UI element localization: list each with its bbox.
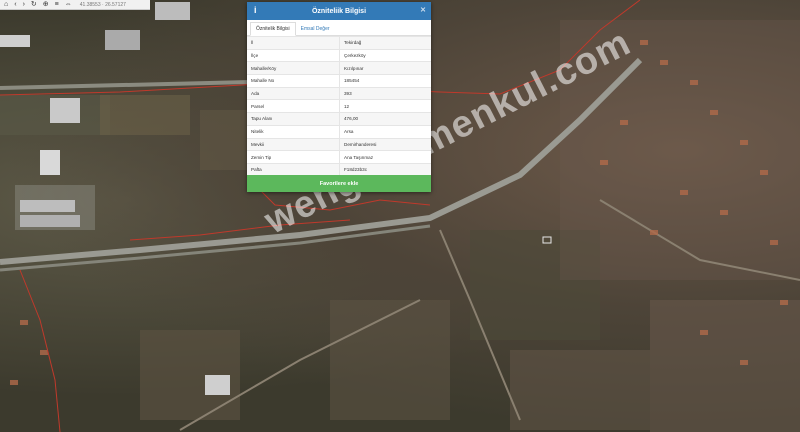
attribute-value: F18d23b3c bbox=[339, 162, 431, 176]
attribute-key: Nitelik bbox=[247, 124, 340, 138]
add-to-favorites-button[interactable]: Favorilere ekle bbox=[247, 175, 431, 192]
attribute-table: İl Tekirdağ İlçe Çerkezköy Mahalle/Köy Kızılp… bbox=[247, 36, 431, 176]
attribute-key: Pafta bbox=[247, 162, 340, 176]
table-row: Mevkii Demirhanderesi bbox=[247, 137, 431, 151]
info-icon: i bbox=[254, 5, 257, 15]
table-row: Nitelik Arsa bbox=[247, 124, 431, 138]
attribute-value: Çerkezköy bbox=[339, 48, 431, 62]
attribute-value: Kızılpınar bbox=[339, 61, 431, 75]
attribute-key: Mahalle No bbox=[247, 74, 340, 88]
attribute-key: Zemin Tip bbox=[247, 150, 340, 164]
attribute-value: Tekirdağ bbox=[339, 36, 431, 50]
table-row: Tapu Alanı 476,00 bbox=[247, 112, 431, 126]
attribute-key: Mevkii bbox=[247, 137, 340, 151]
attribute-key: Tapu Alanı bbox=[247, 112, 340, 126]
attribute-key: İlçe bbox=[247, 48, 340, 62]
ruler-icon[interactable]: ⇔ bbox=[65, 1, 72, 9]
attribute-info-panel: i Özniteliik Bilgisi ✕ Öznitelik Bilgisi… bbox=[247, 2, 431, 192]
attribute-value: 12 bbox=[339, 99, 431, 113]
attribute-value: Arsa bbox=[339, 124, 431, 138]
table-row: İlçe Çerkezköy bbox=[247, 48, 431, 62]
refresh-icon[interactable]: ↻ bbox=[31, 1, 37, 9]
home-icon[interactable]: ⌂ bbox=[4, 1, 8, 9]
zoom-icon[interactable]: ⊕ bbox=[43, 1, 49, 9]
table-row: Zemin Tip Ana Taşınmaz bbox=[247, 150, 431, 164]
table-row: İl Tekirdağ bbox=[247, 36, 431, 50]
table-row: Parsel 12 bbox=[247, 99, 431, 113]
attribute-value: 476,00 bbox=[339, 112, 431, 126]
layers-icon[interactable]: ≡ bbox=[55, 1, 59, 9]
attribute-value: Ana Taşınmaz bbox=[339, 150, 431, 164]
panel-tabs: Öznitelik Bilgisi Emsal Değer bbox=[247, 20, 431, 36]
panel-header: i Özniteliik Bilgisi ✕ bbox=[247, 2, 431, 20]
table-row: Mahalle/Köy Kızılpınar bbox=[247, 61, 431, 75]
map-toolbar: ⌂ ‹ › ↻ ⊕ ≡ ⇔ 41.38553 · 26.57127 bbox=[0, 0, 150, 10]
table-row: Pafta F18d23b3c bbox=[247, 162, 431, 176]
table-row: Ada 393 bbox=[247, 86, 431, 100]
attribute-key: Mahalle/Köy bbox=[247, 61, 340, 75]
forward-icon[interactable]: › bbox=[23, 1, 25, 9]
attribute-key: Parsel bbox=[247, 99, 340, 113]
attribute-value: 185454 bbox=[339, 74, 431, 88]
table-row: Mahalle No 185454 bbox=[247, 74, 431, 88]
attribute-key: İl bbox=[247, 36, 340, 50]
attribute-key: Ada bbox=[247, 86, 340, 100]
coordinate-readout: 41.38553 · 26.57127 bbox=[79, 1, 126, 8]
attribute-value: 393 bbox=[339, 86, 431, 100]
tab-attribute-info[interactable]: Öznitelik Bilgisi bbox=[250, 22, 296, 36]
panel-title: Özniteliik Bilgisi bbox=[311, 7, 367, 15]
close-icon[interactable]: ✕ bbox=[420, 6, 426, 14]
attribute-value: Demirhanderesi bbox=[339, 137, 431, 151]
back-icon[interactable]: ‹ bbox=[14, 1, 16, 9]
tab-comparable-value[interactable]: Emsal Değer bbox=[296, 23, 335, 35]
